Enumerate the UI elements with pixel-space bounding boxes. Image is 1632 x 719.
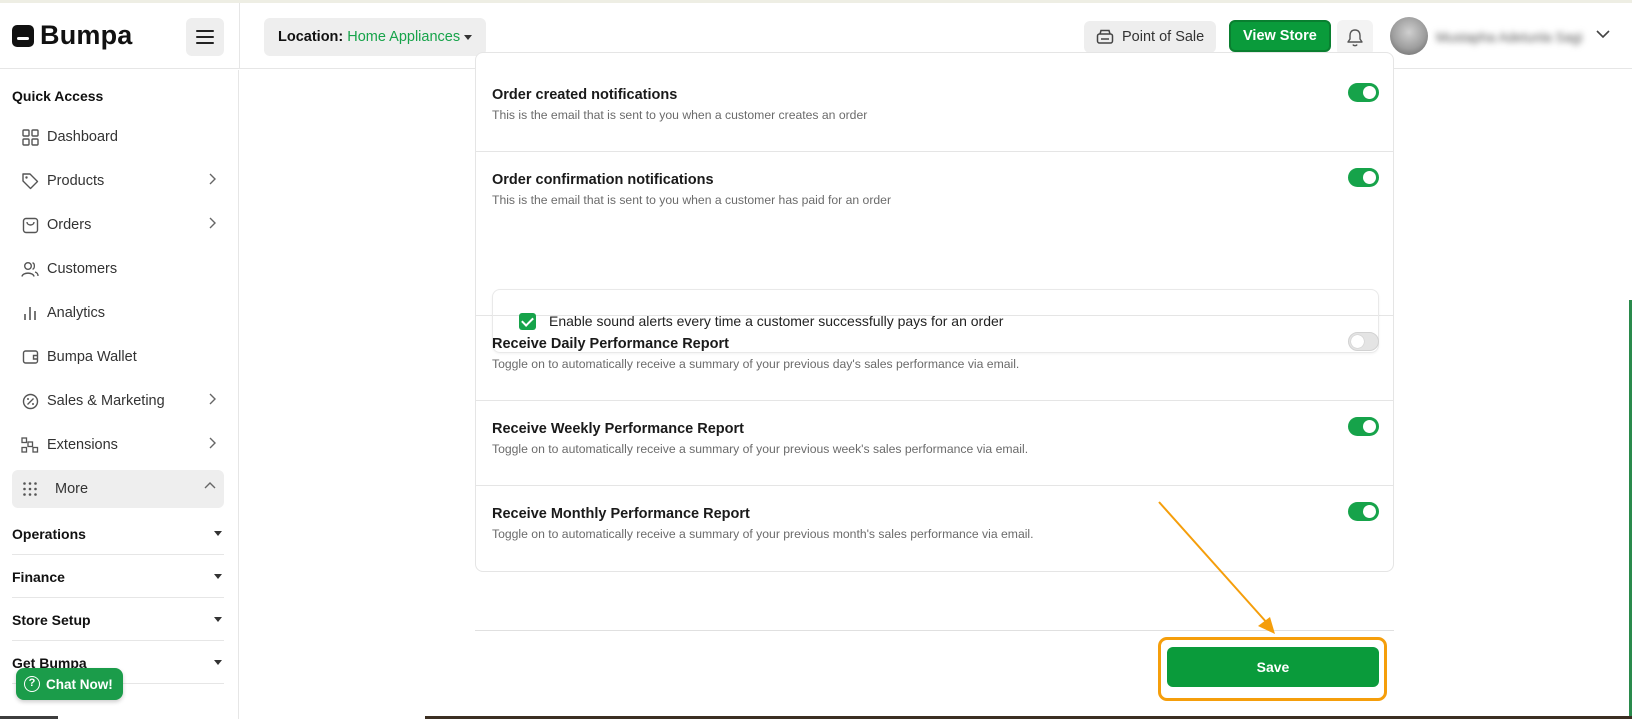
setting-row-monthly-report: Receive Monthly Performance Report Toggl… bbox=[476, 486, 1393, 571]
wallet-icon bbox=[20, 347, 40, 367]
user-name: Mustapha Adetunla Sagi bbox=[1436, 30, 1583, 45]
sidebar-item-label: Customers bbox=[47, 261, 118, 277]
extensions-icon bbox=[20, 435, 40, 455]
pos-printer-icon bbox=[1096, 29, 1114, 44]
sidebar-item-analytics[interactable]: Analytics bbox=[12, 294, 224, 332]
setting-row-weekly-report: Receive Weekly Performance Report Toggle… bbox=[476, 401, 1393, 486]
sidebar-section-operations[interactable]: Operations bbox=[12, 513, 224, 555]
sidebar-item-orders[interactable]: Orders bbox=[12, 206, 224, 244]
section-label: Finance bbox=[12, 568, 65, 585]
sidebar-item-dashboard[interactable]: Dashboard bbox=[12, 118, 224, 156]
grid-dots-icon bbox=[20, 479, 40, 499]
sidebar-item-label: Bumpa Wallet bbox=[47, 349, 137, 365]
sidebar-section-store-setup[interactable]: Store Setup bbox=[12, 599, 224, 641]
setting-description: This is the email that is sent to you wh… bbox=[492, 108, 868, 122]
footer-divider bbox=[475, 630, 1394, 631]
point-of-sale-button[interactable]: Point of Sale bbox=[1084, 21, 1217, 53]
discount-icon bbox=[20, 391, 40, 411]
logo-text: Bumpa bbox=[40, 20, 133, 50]
chat-now-label: Chat Now! bbox=[46, 676, 113, 692]
setting-description: This is the email that is sent to you wh… bbox=[492, 193, 892, 207]
setting-title: Receive Daily Performance Report bbox=[492, 336, 729, 352]
sidebar-item-extensions[interactable]: Extensions bbox=[12, 426, 224, 464]
sidebar-section-finance[interactable]: Finance bbox=[12, 556, 224, 598]
sidebar-item-label: Products bbox=[47, 173, 105, 189]
daily-report-toggle[interactable] bbox=[1348, 332, 1379, 351]
chevron-up-icon bbox=[204, 482, 216, 489]
sidebar-item-sales-marketing[interactable]: Sales & Marketing bbox=[12, 382, 224, 420]
setting-row-order-created: Order created notifications This is the … bbox=[476, 53, 1393, 152]
notification-settings-card: Order created notifications This is the … bbox=[475, 52, 1394, 572]
sidebar-item-customers[interactable]: Customers bbox=[12, 250, 224, 288]
sidebar-item-bumpa-wallet[interactable]: Bumpa Wallet bbox=[12, 338, 224, 376]
setting-description: Toggle on to automatically receive a sum… bbox=[492, 527, 1034, 541]
save-button[interactable]: Save bbox=[1167, 647, 1379, 687]
caret-down-icon bbox=[214, 531, 222, 536]
header-divider bbox=[239, 3, 240, 69]
bell-icon bbox=[1347, 29, 1363, 47]
setting-row-daily-report: Receive Daily Performance Report Toggle … bbox=[476, 316, 1393, 401]
section-label: Store Setup bbox=[12, 611, 91, 628]
pos-label: Point of Sale bbox=[1122, 29, 1205, 45]
caret-down-icon bbox=[214, 574, 222, 579]
sidebar-item-label: More bbox=[55, 481, 89, 497]
monthly-report-toggle[interactable] bbox=[1348, 502, 1379, 521]
weekly-report-toggle[interactable] bbox=[1348, 417, 1379, 436]
section-label: Operations bbox=[12, 525, 86, 542]
shopping-bag-icon bbox=[20, 215, 40, 235]
order-confirmation-toggle[interactable] bbox=[1348, 168, 1379, 187]
sidebar-item-label: Analytics bbox=[47, 305, 106, 321]
users-icon bbox=[20, 259, 40, 279]
setting-title: Receive Monthly Performance Report bbox=[492, 506, 750, 522]
sidebar-item-label: Sales & Marketing bbox=[47, 393, 165, 409]
bumpa-logo-mark bbox=[12, 24, 34, 47]
location-selector[interactable]: Location: Home Appliances bbox=[264, 18, 487, 56]
chat-now-button[interactable]: ? Chat Now! bbox=[16, 668, 123, 700]
view-store-button[interactable]: View Store bbox=[1229, 20, 1331, 52]
bar-chart-icon bbox=[20, 303, 40, 323]
notifications-button[interactable] bbox=[1337, 20, 1373, 56]
order-created-toggle[interactable] bbox=[1348, 83, 1379, 102]
caret-down-icon bbox=[464, 34, 473, 40]
chevron-right-icon bbox=[209, 393, 216, 405]
setting-description: Toggle on to automatically receive a sum… bbox=[492, 442, 1029, 456]
setting-description: Toggle on to automatically receive a sum… bbox=[492, 357, 1020, 371]
caret-down-icon bbox=[214, 660, 222, 665]
chevron-right-icon bbox=[209, 173, 216, 185]
setting-title: Order confirmation notifications bbox=[492, 172, 714, 188]
setting-title: Receive Weekly Performance Report bbox=[492, 421, 744, 437]
dashboard-icon bbox=[20, 127, 40, 147]
sidebar-item-label: Dashboard bbox=[47, 129, 118, 145]
location-label: Location: bbox=[278, 29, 344, 45]
quick-access-title: Quick Access bbox=[12, 88, 104, 104]
chevron-down-icon[interactable] bbox=[1596, 29, 1610, 39]
setting-title: Order created notifications bbox=[492, 87, 678, 103]
sidebar: Quick Access Dashboard Products Orders C… bbox=[0, 70, 239, 719]
chevron-right-icon bbox=[209, 217, 216, 229]
sidebar-item-more[interactable]: More bbox=[12, 470, 224, 508]
tag-icon bbox=[20, 171, 40, 191]
bumpa-logo[interactable]: Bumpa bbox=[12, 20, 133, 51]
user-avatar[interactable] bbox=[1390, 17, 1428, 55]
help-question-icon: ? bbox=[24, 676, 40, 692]
menu-toggle-button[interactable] bbox=[186, 18, 224, 56]
hamburger-icon bbox=[196, 30, 214, 32]
sidebar-item-label: Orders bbox=[47, 217, 92, 233]
caret-down-icon bbox=[214, 617, 222, 622]
chevron-right-icon bbox=[209, 437, 216, 449]
sidebar-item-label: Extensions bbox=[47, 437, 118, 453]
sidebar-item-products[interactable]: Products bbox=[12, 162, 224, 200]
location-value: Home Appliances bbox=[347, 29, 461, 45]
